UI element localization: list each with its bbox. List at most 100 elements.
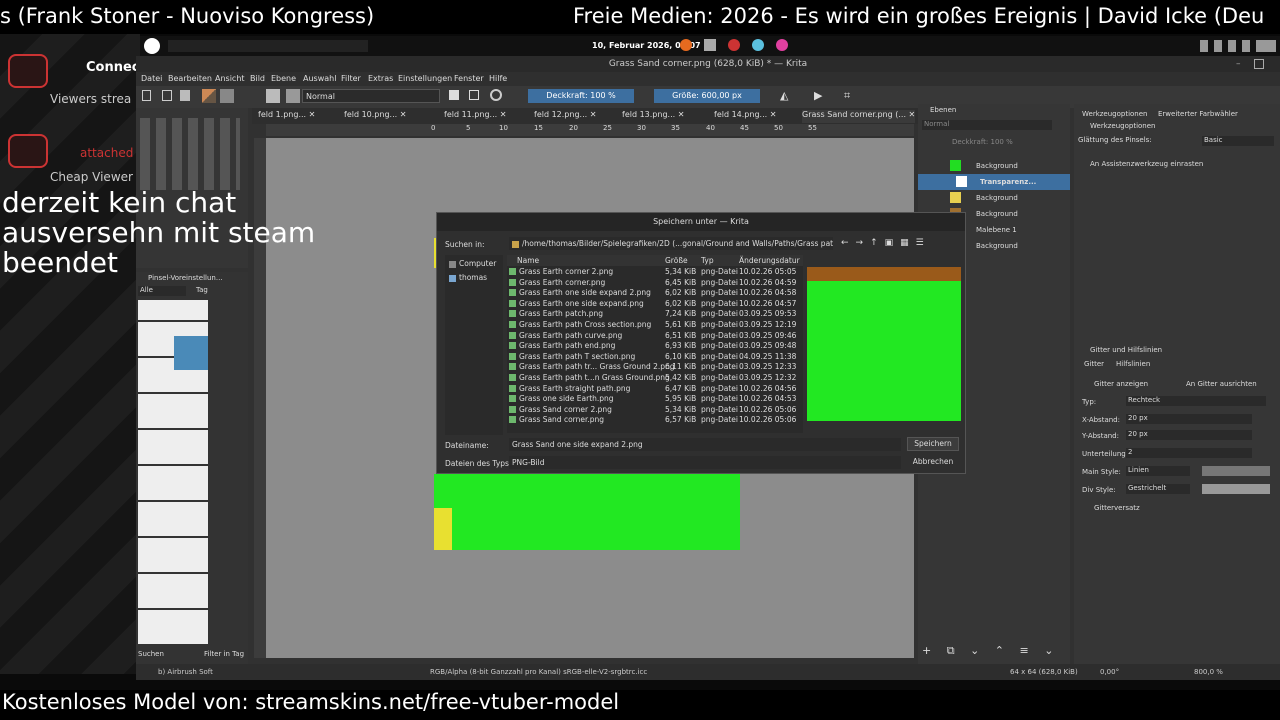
tab-feld-10[interactable]: feld 10.png... ✕ [344, 110, 406, 123]
tool-icons-grid[interactable] [140, 118, 240, 190]
place-thomas[interactable]: thomas [449, 273, 487, 282]
size-slider[interactable]: Größe: 600,00 px [654, 89, 760, 103]
column-size[interactable]: Größe [665, 256, 688, 265]
menu-filter[interactable]: Filter [341, 74, 361, 83]
alpha-lock-icon[interactable] [469, 90, 479, 100]
show-grid-checkbox[interactable]: Gitter anzeigen [1094, 380, 1148, 388]
minimize-icon[interactable]: – [1236, 59, 1246, 69]
filter-in-tag-checkbox[interactable]: Filter in Tag [204, 650, 244, 658]
maximize-icon[interactable] [1254, 59, 1264, 69]
file-row[interactable]: Grass one side Earth.png 5,95 KiB png-Date… [507, 394, 799, 405]
column-type[interactable]: Typ [701, 256, 714, 265]
grid-offset-checkbox[interactable]: Gitterversatz [1094, 504, 1140, 512]
browser-icon[interactable] [751, 39, 764, 51]
brush-preset-grid[interactable] [138, 300, 208, 644]
tray-app-icons[interactable] [680, 39, 820, 53]
tab-feld-13[interactable]: feld 13.png... ✕ [622, 110, 684, 123]
cancel-button[interactable]: Abbrechen [907, 456, 959, 470]
menu-bearbeiten[interactable]: Bearbeiten [168, 74, 212, 83]
opacity-slider[interactable]: Deckkraft: 100 % [528, 89, 634, 103]
file-row[interactable]: Grass Earth one side expand.png 6,02 KiB p… [507, 299, 799, 310]
mirror-vertical-icon[interactable]: ▶ [814, 89, 826, 102]
brush-tag-select[interactable]: Tag [196, 286, 208, 294]
layer-row[interactable]: Background [918, 158, 1070, 174]
app-launcher-icon[interactable] [144, 38, 160, 54]
file-row[interactable]: Grass Earth path end.png 6,93 KiB png-Date… [507, 341, 799, 352]
file-row[interactable]: Grass Earth straight path.png 6,47 KiB png… [507, 384, 799, 395]
tab-grid[interactable]: Gitter [1084, 360, 1104, 368]
gradient-swatch[interactable] [202, 89, 216, 103]
blend-mode-select[interactable]: Normal [302, 89, 440, 103]
menu-einstellungen[interactable]: Einstellungen [398, 74, 452, 83]
file-row[interactable]: Grass Earth path t...n Grass Ground.png 5… [507, 373, 799, 384]
layer-row-selected[interactable]: Transparenz... [918, 174, 1070, 190]
tab-grass-sand-corner[interactable]: Grass Sand corner.png (... ✕ [802, 110, 916, 123]
reload-icon[interactable] [490, 89, 502, 101]
menu-fenster[interactable]: Fenster [454, 74, 484, 83]
column-date[interactable]: Änderungsdatur [739, 256, 800, 265]
file-row[interactable]: Grass Earth patch.png 7,24 KiB png-Datei 03… [507, 309, 799, 320]
layer-actions[interactable]: + ⧉ ⌄ ⌃ ≡ ⌄ [922, 644, 1062, 658]
layer-opacity[interactable]: Deckkraft: 100 % [952, 138, 1013, 146]
status-rotation[interactable]: 0,00° [1100, 668, 1119, 676]
menu-extras[interactable]: Extras [368, 74, 393, 83]
assistant-checkbox[interactable]: An Assistenzwerkzeug einrasten [1090, 160, 1203, 168]
save-icon[interactable] [180, 90, 190, 101]
recorder-icon[interactable] [727, 39, 740, 51]
menu-bild[interactable]: Bild [250, 74, 265, 83]
status-icons[interactable] [1200, 40, 1276, 52]
path-select[interactable]: /home/thomas/Bilder/Spielegrafiken/2D (.… [509, 237, 833, 250]
brush-thumbnail[interactable] [286, 89, 300, 103]
open-document-icon[interactable] [162, 90, 172, 101]
column-name[interactable]: Name [517, 256, 539, 265]
brush-filter-select[interactable]: Alle [138, 286, 186, 296]
snap-grid-checkbox[interactable]: An Gitter ausrichten [1186, 380, 1257, 388]
tab-feld-12[interactable]: feld 12.png... ✕ [534, 110, 596, 123]
pattern-swatch[interactable] [220, 89, 234, 103]
menu-hilfe[interactable]: Hilfe [489, 74, 507, 83]
file-row[interactable]: Grass Earth corner 2.png 5,34 KiB png-Date… [507, 267, 799, 278]
brush-preset-icon[interactable] [266, 89, 280, 103]
tab-tool-options[interactable]: Werkzeugoptionen [1082, 110, 1148, 118]
wrap-icon[interactable]: ⌗ [844, 89, 856, 102]
layer-row[interactable]: Background [918, 190, 1070, 206]
div-style-select[interactable]: Gestrichelt [1126, 484, 1190, 494]
place-computer[interactable]: Computer [449, 259, 496, 268]
brush-search[interactable]: Suchen [138, 650, 164, 658]
subdivision-input[interactable]: 2 [1126, 448, 1252, 458]
main-style-select[interactable]: Linien [1126, 466, 1190, 476]
layer-blend-select[interactable]: Normal [922, 120, 1052, 130]
menu-datei[interactable]: Datei [141, 74, 162, 83]
main-color-swatch[interactable] [1202, 466, 1270, 476]
menu-auswahl[interactable]: Auswahl [303, 74, 336, 83]
file-row[interactable]: Grass Earth path tr... Grass Ground 2.pn… [507, 362, 799, 373]
new-document-icon[interactable] [142, 90, 151, 101]
tab-feld-1[interactable]: feld 1.png... ✕ [258, 110, 315, 123]
grid-type-select[interactable]: Rechteck [1126, 396, 1266, 406]
menu-ansicht[interactable]: Ansicht [215, 74, 245, 83]
firefox-icon[interactable] [680, 39, 692, 51]
nav-buttons[interactable]: ←→↑▣▦☰ [841, 238, 961, 250]
menu-ebene[interactable]: Ebene [271, 74, 296, 83]
mail-icon[interactable] [703, 39, 716, 51]
file-row[interactable]: Grass Earth path Cross section.png 5,61 K… [507, 320, 799, 331]
taskbar-pager[interactable] [168, 40, 368, 52]
save-button[interactable]: Speichern [907, 437, 959, 451]
file-row[interactable]: Grass Earth path curve.png 6,51 KiB png-Da… [507, 331, 799, 342]
x-spacing-input[interactable]: 20 px [1126, 414, 1252, 424]
filename-input[interactable]: Grass Sand one side expand 2.png [509, 438, 901, 451]
tab-feld-11[interactable]: feld 11.png... ✕ [444, 110, 506, 123]
tab-guides[interactable]: Hilfslinien [1116, 360, 1150, 368]
status-zoom[interactable]: 800,0 % [1194, 668, 1223, 676]
file-row[interactable]: Grass Earth corner.png 6,45 KiB png-Datei 1… [507, 278, 799, 289]
filetype-select[interactable]: PNG-Bild [509, 456, 901, 469]
file-row[interactable]: Grass Earth path T section.png 6,10 KiB pn… [507, 352, 799, 363]
brush-preset-selected[interactable] [174, 336, 208, 370]
file-row[interactable]: Grass Earth one side expand 2.png 6,02 Ki… [507, 288, 799, 299]
y-spacing-input[interactable]: 20 px [1126, 430, 1252, 440]
tab-color-selector[interactable]: Erweiterter Farbwähler [1158, 110, 1238, 118]
smoothing-select[interactable]: Basic [1202, 136, 1274, 146]
file-row[interactable]: Grass Sand corner 2.png 5,34 KiB png-Datei… [507, 405, 799, 416]
eraser-icon[interactable] [449, 90, 459, 100]
div-color-swatch[interactable] [1202, 484, 1270, 494]
